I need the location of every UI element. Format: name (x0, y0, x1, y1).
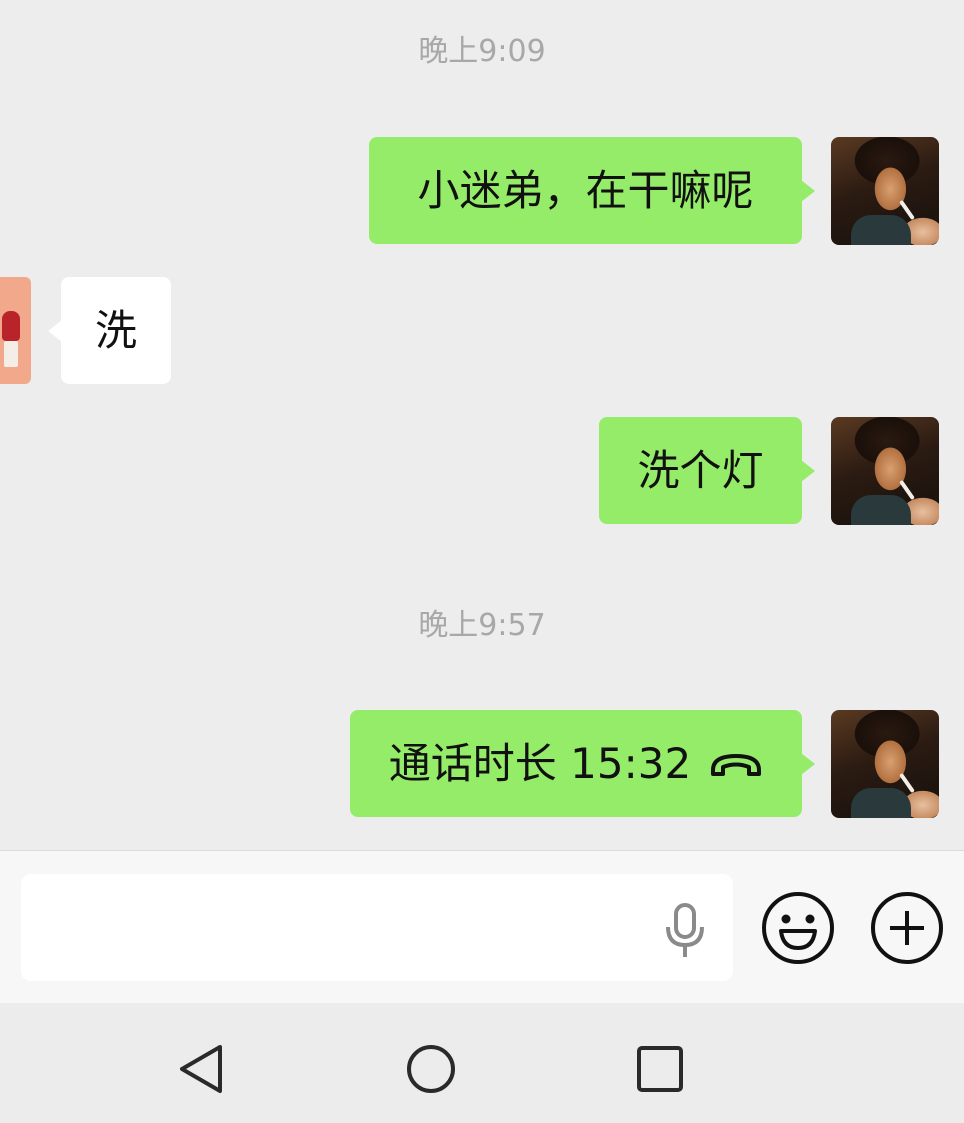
chat-area[interactable]: 晚上9:09 小迷弟，在干嘛呢 洗 洗个灯 晚上9:57 通话时长 15:32 (0, 0, 964, 850)
my-avatar[interactable] (831, 417, 939, 525)
message-text: 小迷弟，在干嘛呢 (417, 166, 754, 215)
message-bubble[interactable]: 洗 (48, 277, 171, 384)
contact-avatar[interactable] (0, 277, 31, 384)
system-nav-bar (0, 1003, 964, 1123)
hang-up-phone-icon (711, 753, 762, 776)
input-bar (0, 850, 964, 1003)
message-input[interactable] (21, 874, 733, 981)
my-avatar[interactable] (831, 137, 939, 245)
my-avatar[interactable] (831, 710, 939, 818)
call-duration-text: 通话时长 15:32 (388, 739, 692, 788)
timestamp: 晚上9:57 (418, 608, 546, 643)
timestamp: 晚上9:09 (418, 34, 546, 69)
plus-icon[interactable] (870, 891, 944, 965)
message-text: 洗 (94, 306, 137, 355)
back-triangle-icon[interactable] (172, 1039, 232, 1099)
recents-square-icon[interactable] (630, 1039, 690, 1099)
message-bubble[interactable]: 小迷弟，在干嘛呢 (369, 137, 815, 244)
home-circle-icon[interactable] (401, 1039, 461, 1099)
message-text: 洗个灯 (637, 446, 764, 495)
emoji-icon[interactable] (761, 891, 835, 965)
call-record-bubble[interactable]: 通话时长 15:32 (350, 710, 815, 817)
message-bubble[interactable]: 洗个灯 (599, 417, 815, 524)
microphone-icon[interactable] (664, 903, 706, 959)
